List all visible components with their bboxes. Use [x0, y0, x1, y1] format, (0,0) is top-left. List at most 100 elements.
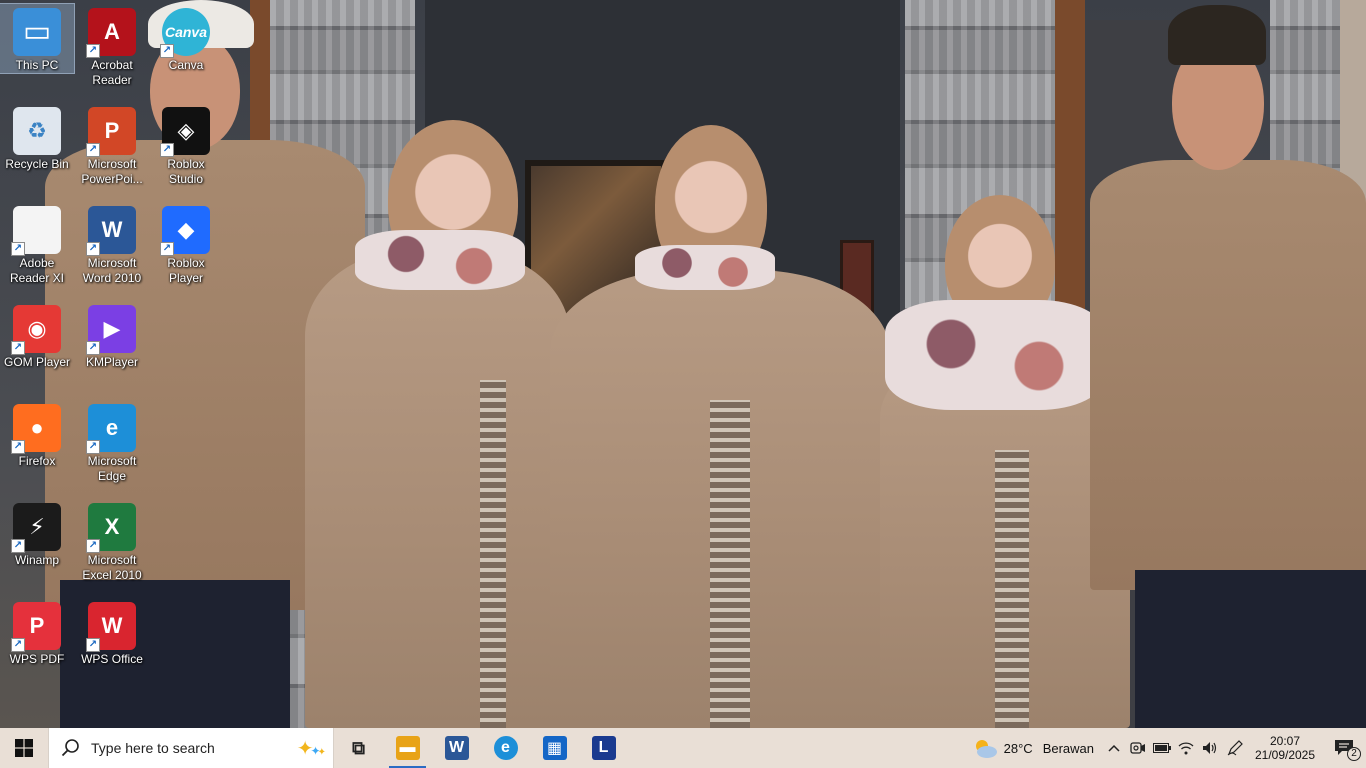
- shortcut-arrow-icon: ↗: [160, 44, 174, 58]
- shortcut-arrow-icon: ↗: [11, 440, 25, 454]
- firefox-icon: ● ↗: [11, 404, 61, 454]
- desktop-icon-wps-office[interactable]: W ↗ WPS Office: [75, 598, 149, 667]
- desktop-icon-powerpoint[interactable]: P ↗ Microsoft PowerPoi...: [75, 103, 149, 187]
- shortcut-arrow-icon: ↗: [160, 242, 174, 256]
- kmplayer-icon: ▶ ↗: [86, 305, 136, 355]
- taskbar-edge-button[interactable]: e: [481, 728, 530, 768]
- clock-time: 20:07: [1269, 734, 1301, 748]
- desktop-icon-kmplayer[interactable]: ▶ ↗ KMPlayer: [75, 301, 149, 370]
- weather-widget[interactable]: 28°C Berawan: [964, 728, 1102, 768]
- taskbar: Type here to search ✦✦✦ ⧉ ▬ We ▦ L 28°C Bera…: [0, 728, 1366, 768]
- shortcut-arrow-icon: ↗: [86, 242, 100, 256]
- taskbar-store-button[interactable]: ▦: [530, 728, 579, 768]
- shortcut-arrow-icon: ↗: [11, 638, 25, 652]
- recycle-bin-icon: ♻: [13, 107, 61, 155]
- clock[interactable]: 20:07 21/09/2025: [1248, 728, 1322, 768]
- desktop-icon-word[interactable]: W ↗ Microsoft Word 2010: [75, 202, 149, 286]
- wps-office-icon: W ↗: [86, 602, 136, 652]
- clock-date: 21/09/2025: [1254, 748, 1316, 762]
- desktop-icon-acrobat-reader[interactable]: A ↗ Acrobat Reader: [75, 4, 149, 88]
- shortcut-arrow-icon: ↗: [11, 341, 25, 355]
- desktop-icon-edge[interactable]: e ↗ Microsoft Edge: [75, 400, 149, 484]
- desktop-icon-label: Canva: [168, 58, 204, 72]
- search-box[interactable]: Type here to search ✦✦✦: [48, 728, 334, 768]
- network-button[interactable]: [1174, 728, 1198, 768]
- shortcut-arrow-icon: ↗: [86, 143, 100, 157]
- folder-icon: ▬: [395, 736, 420, 760]
- taskbar-word-button[interactable]: W: [432, 728, 481, 768]
- shortcut-arrow-icon: ↗: [11, 539, 25, 553]
- desktop-icon-canva[interactable]: Canva ↗ Canva: [149, 4, 223, 73]
- desktop-icon-label: Roblox Studio: [167, 157, 205, 186]
- chevron-up-icon: [1108, 744, 1120, 752]
- partly-cloudy-icon: [975, 740, 997, 758]
- desktop-icon-label: Adobe Reader XI: [9, 256, 65, 285]
- desktop-icon-label: Microsoft Word 2010: [82, 256, 142, 285]
- word-icon: W: [444, 736, 469, 760]
- pen-button[interactable]: [1222, 728, 1248, 768]
- wps-pdf-icon: P ↗: [11, 602, 61, 652]
- taskbar-file-explorer-button[interactable]: ▬: [383, 728, 432, 768]
- show-hidden-icons-button[interactable]: [1102, 728, 1126, 768]
- this-pc-icon: ▭: [13, 8, 61, 56]
- powerpoint-icon: P ↗: [86, 107, 136, 157]
- desktop-icon-roblox-player[interactable]: ◆ ↗ Roblox Player: [149, 202, 223, 286]
- camera-icon: [1130, 742, 1145, 754]
- meet-now-button[interactable]: [1126, 728, 1150, 768]
- desktop-icon-wps-pdf[interactable]: P ↗ WPS PDF: [0, 598, 74, 667]
- desktop-icon-label: WPS PDF: [9, 652, 65, 666]
- roblox-studio-icon: ◈ ↗: [160, 107, 210, 157]
- shortcut-arrow-icon: ↗: [160, 143, 174, 157]
- pinned-apps: ⧉ ▬ We ▦ L: [334, 728, 628, 768]
- search-placeholder: Type here to search: [91, 740, 215, 756]
- pen-icon: [1227, 740, 1243, 756]
- shortcut-arrow-icon: ↗: [86, 44, 100, 58]
- search-icon: [61, 739, 79, 757]
- acrobat-reader-icon: A ↗: [86, 8, 136, 58]
- desktop-icon-adobe-reader[interactable]: ↗ Adobe Reader XI: [0, 202, 74, 286]
- notification-count: 2: [1347, 747, 1361, 761]
- shortcut-arrow-icon: ↗: [86, 440, 100, 454]
- desktop-icon-recycle-bin[interactable]: ♻ Recycle Bin: [0, 103, 74, 172]
- weather-condition: Berawan: [1042, 740, 1094, 756]
- store-icon: ▦: [542, 736, 567, 760]
- volume-button[interactable]: [1198, 728, 1222, 768]
- desktop-icon-this-pc[interactable]: ▭ This PC: [0, 3, 75, 74]
- desktop-icon-excel[interactable]: X ↗ Microsoft Excel 2010: [75, 499, 149, 583]
- desktop-icon-winamp[interactable]: ⚡ ↗ Winamp: [0, 499, 74, 568]
- desktop-icon-roblox-studio[interactable]: ◈ ↗ Roblox Studio: [149, 103, 223, 187]
- desktop-icon-label: Winamp: [14, 553, 59, 567]
- weather-temp: 28°C: [1003, 740, 1033, 756]
- edge-icon: e: [493, 736, 518, 760]
- shortcut-arrow-icon: ↗: [86, 341, 100, 355]
- battery-icon: [1153, 743, 1171, 753]
- battery-button[interactable]: [1150, 728, 1174, 768]
- excel-icon: X ↗: [86, 503, 136, 553]
- desktop-icon-label: WPS Office: [81, 652, 143, 666]
- roblox-player-icon: ◆ ↗: [160, 206, 210, 256]
- taskbar-l-app-button[interactable]: L: [579, 728, 628, 768]
- desktop-icon-label: Firefox: [18, 454, 56, 468]
- desktop-icon-label: This PC: [15, 58, 59, 72]
- search-highlight-icon: ✦✦✦: [296, 737, 326, 760]
- desktop-icon-firefox[interactable]: ● ↗ Firefox: [0, 400, 74, 469]
- desktop-icon-label: Microsoft PowerPoi...: [81, 157, 143, 186]
- shortcut-arrow-icon: ↗: [11, 242, 25, 256]
- desktop-icon-label: Roblox Player: [167, 256, 205, 285]
- desktop-icon-label: Microsoft Edge: [87, 454, 137, 483]
- desktop-icon-label: Microsoft Excel 2010: [82, 553, 142, 582]
- speaker-icon: [1203, 742, 1217, 754]
- desktop-icon-gom-player[interactable]: ◉ ↗ GOM Player: [0, 301, 74, 370]
- notifications-button[interactable]: 2: [1322, 728, 1366, 768]
- desktop-icon-label: Recycle Bin: [5, 157, 69, 171]
- taskbar-task-view-button[interactable]: ⧉: [334, 728, 383, 768]
- adobe-reader-icon: ↗: [11, 206, 61, 256]
- shortcut-arrow-icon: ↗: [86, 539, 100, 553]
- gom-player-icon: ◉ ↗: [11, 305, 61, 355]
- word-icon: W ↗: [86, 206, 136, 256]
- l-app-icon: L: [591, 736, 616, 760]
- desktop-icon-label: Acrobat Reader: [91, 58, 133, 87]
- wifi-icon: [1178, 742, 1194, 755]
- start-button[interactable]: [0, 728, 48, 768]
- desktop-icon-label: GOM Player: [3, 355, 70, 369]
